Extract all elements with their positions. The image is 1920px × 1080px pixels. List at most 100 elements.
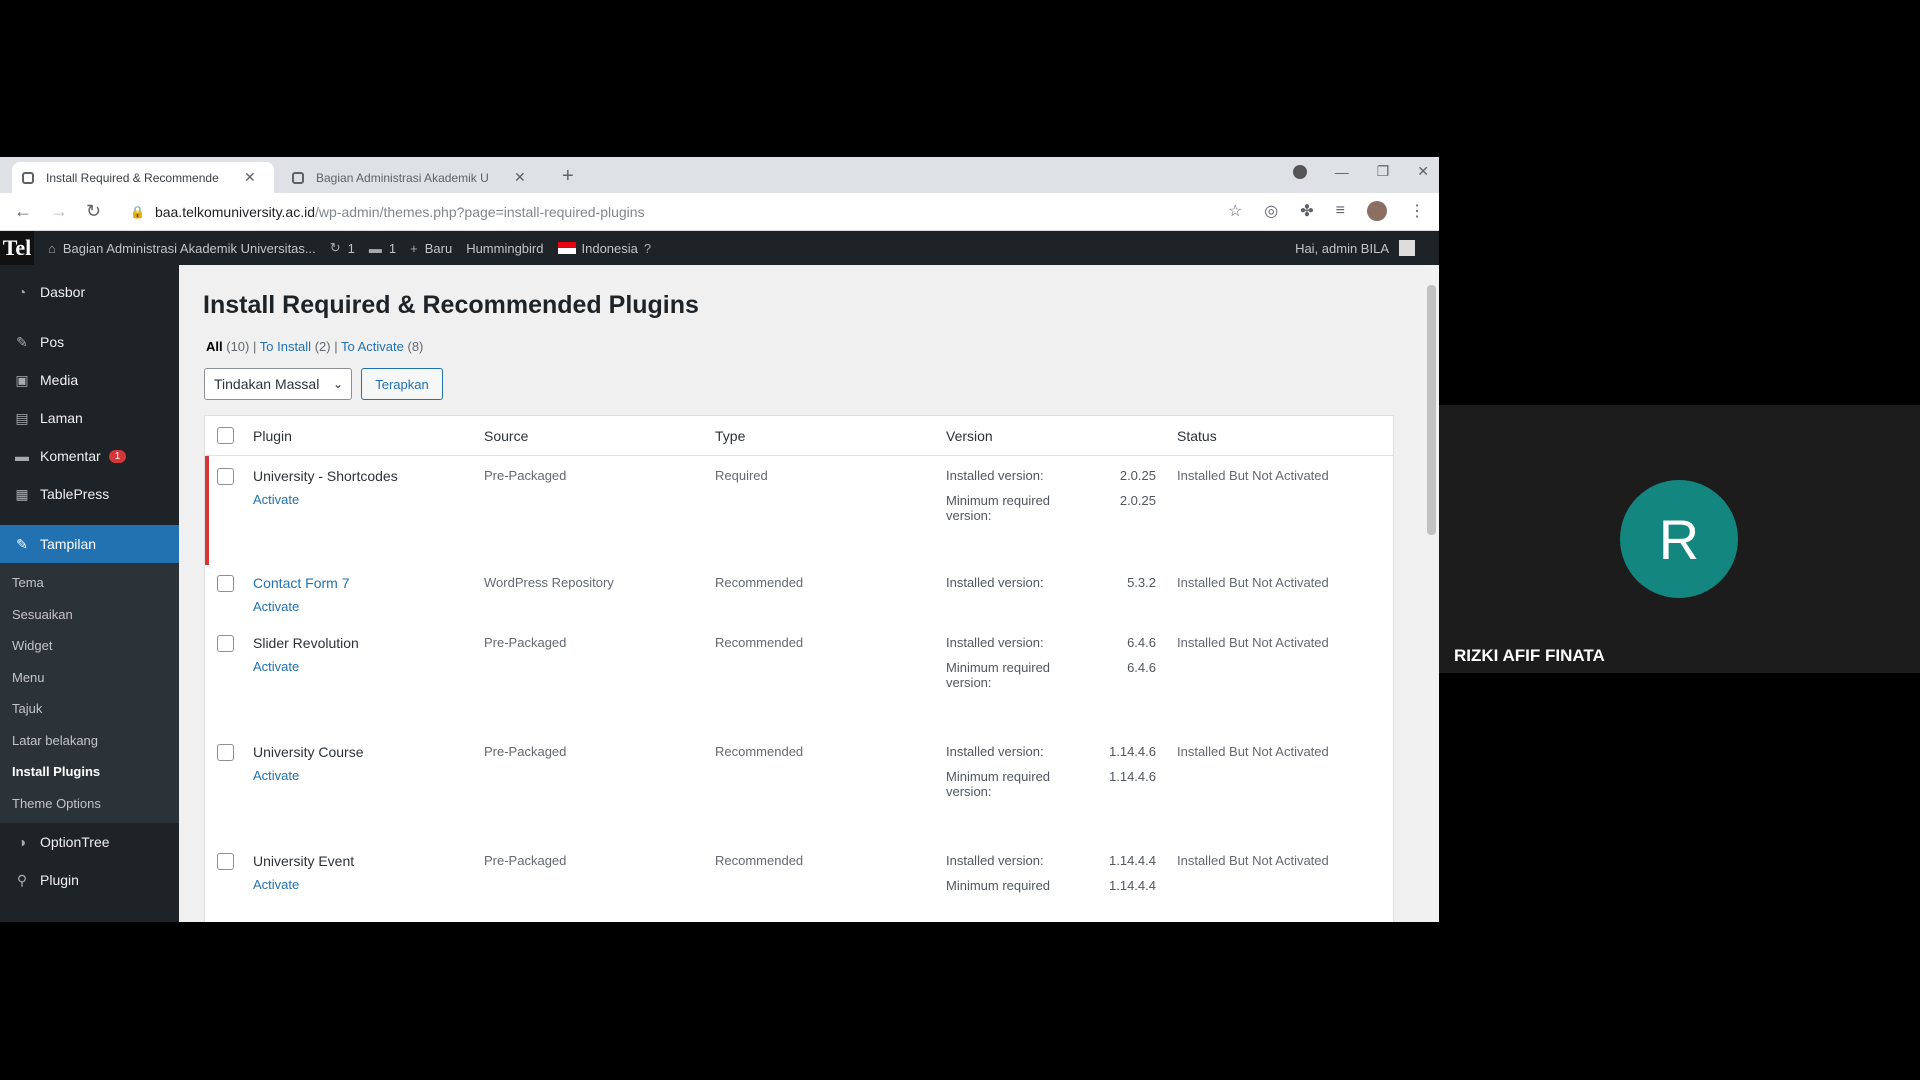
submenu-item-widget[interactable]: Widget xyxy=(0,630,179,662)
sidebar-item-plugin[interactable]: ⚲ Plugin xyxy=(0,861,179,899)
tab-close-icon[interactable]: ✕ xyxy=(514,169,526,186)
row-checkbox[interactable] xyxy=(217,468,234,485)
table-row: University Event Activate Pre-Packaged R… xyxy=(205,847,1393,922)
sidebar-item-label: Komentar xyxy=(40,448,101,464)
activate-link[interactable]: Activate xyxy=(253,877,484,892)
row-checkbox[interactable] xyxy=(217,853,234,870)
filter-to-activate[interactable]: To Activate xyxy=(341,339,404,354)
browser-tab-active[interactable]: Install Required & Recommende ✕ xyxy=(12,162,274,193)
forward-icon[interactable]: → xyxy=(50,201,68,222)
new-label: Baru xyxy=(424,240,453,256)
sidebar-item-pos[interactable]: ✎ Pos xyxy=(0,323,179,361)
new-tab-button[interactable]: + xyxy=(562,165,574,188)
row-checkbox[interactable] xyxy=(217,744,234,761)
tab-favicon-icon xyxy=(292,171,304,184)
plugin-status: Installed But Not Activated xyxy=(1177,635,1329,650)
submenu-item-theme-options[interactable]: Theme Options xyxy=(0,788,179,820)
site-name: Bagian Administrasi Akademik Universitas… xyxy=(62,240,316,256)
installed-version-label: Installed version: xyxy=(946,635,1044,650)
new-content-link[interactable]: + Baru xyxy=(410,241,452,256)
plugin-name-link[interactable]: Contact Form 7 xyxy=(253,575,484,591)
submenu-item-tajuk[interactable]: Tajuk xyxy=(0,693,179,725)
updates-link[interactable]: ↻ 1 xyxy=(330,240,355,256)
account-menu[interactable]: Hai, admin BILA xyxy=(1295,240,1415,256)
sidebar-item-label: Plugin xyxy=(40,872,79,888)
plugin-source: Pre-Packaged xyxy=(484,853,567,868)
address-bar[interactable]: 🔒 baa.telkomuniversity.ac.id /wp-admin/t… xyxy=(130,198,1180,226)
column-header-source: Source xyxy=(484,427,529,444)
home-icon: ⌂ xyxy=(48,240,56,256)
sidebar-item-tampilan[interactable]: ✎ Tampilan xyxy=(0,525,179,563)
submenu-item-install-plugins[interactable]: Install Plugins xyxy=(0,756,179,788)
submenu-item-latar-belakang[interactable]: Latar belakang xyxy=(0,725,179,757)
tab-favicon-icon xyxy=(22,171,34,184)
plugin-status: Installed But Not Activated xyxy=(1177,853,1329,868)
lock-icon: 🔒 xyxy=(130,205,145,219)
row-checkbox[interactable] xyxy=(217,635,234,652)
sidebar-item-dasbor[interactable]: ◔ Dasbor xyxy=(0,273,179,311)
participant-tile: R RIZKI AFIF FINATA xyxy=(1439,405,1920,673)
select-all-checkbox[interactable] xyxy=(217,427,234,444)
reading-list-icon[interactable]: ≡ xyxy=(1336,202,1345,220)
submenu-item-tema[interactable]: Tema xyxy=(0,567,179,599)
camera-icon[interactable]: ◎ xyxy=(1264,201,1278,221)
plugin-type: Recommended xyxy=(715,853,804,868)
participant-avatar: R xyxy=(1620,480,1738,598)
browser-tab[interactable]: Bagian Administrasi Akademik U ✕ xyxy=(282,162,544,193)
plugin-source: Pre-Packaged xyxy=(484,635,567,650)
tab-close-icon[interactable]: ✕ xyxy=(244,169,256,186)
filter-to-install[interactable]: To Install xyxy=(260,339,311,354)
filter-to-install-count: (2) xyxy=(314,339,331,354)
row-checkbox[interactable] xyxy=(217,575,234,592)
profile-avatar[interactable] xyxy=(1367,201,1387,221)
more-menu-icon[interactable]: ⋮ xyxy=(1409,201,1425,221)
language-switcher[interactable]: Indonesia ? xyxy=(557,241,659,256)
bulk-action-select[interactable]: Tindakan Massal ⌄ xyxy=(204,368,352,400)
page-scrollbar[interactable] xyxy=(1424,265,1439,922)
back-icon[interactable]: ← xyxy=(14,201,32,222)
close-window-icon[interactable]: ✕ xyxy=(1417,163,1429,180)
sidebar-item-media[interactable]: ▣ Media xyxy=(0,361,179,399)
activate-link[interactable]: Activate xyxy=(253,768,484,783)
installed-version: 5.3.2 xyxy=(1127,575,1156,590)
submenu-item-menu[interactable]: Menu xyxy=(0,662,179,694)
tab-label: Bagian Administrasi Akademik U xyxy=(316,170,489,185)
site-name-link[interactable]: ⌂ Bagian Administrasi Akademik Universit… xyxy=(48,241,316,256)
comments-link[interactable]: ▬ 1 xyxy=(369,241,396,256)
hummingbird-link[interactable]: Hummingbird xyxy=(466,241,543,256)
table-row: Slider Revolution Activate Pre-Packaged … xyxy=(205,629,1393,738)
activate-link[interactable]: Activate xyxy=(253,599,484,614)
restore-icon[interactable]: ❐ xyxy=(1377,163,1390,180)
media-icon: ▣ xyxy=(15,371,29,388)
sidebar-item-label: Media xyxy=(40,372,79,388)
plugin-source: Pre-Packaged xyxy=(484,468,567,483)
sidebar-item-komentar[interactable]: ▬ Komentar 1 xyxy=(0,437,179,475)
updates-icon: ↻ xyxy=(329,240,341,255)
plugin-table: Plugin Source Type Version Status Univer… xyxy=(204,415,1394,922)
star-icon[interactable]: ☆ xyxy=(1228,201,1242,221)
scrollbar-thumb[interactable] xyxy=(1427,285,1436,535)
sidebar-item-laman[interactable]: ▤ Laman xyxy=(0,399,179,437)
extension-icon[interactable]: ✤ xyxy=(1300,201,1313,221)
activate-link[interactable]: Activate xyxy=(253,492,484,507)
apply-button[interactable]: Terapkan xyxy=(361,368,443,400)
submenu-item-sesuaikan[interactable]: Sesuaikan xyxy=(0,599,179,631)
table-row: Contact Form 7 Activate WordPress Reposi… xyxy=(205,565,1393,629)
site-logo[interactable]: Tel xyxy=(0,231,34,265)
column-header-plugin[interactable]: Plugin xyxy=(253,428,484,444)
filter-all[interactable]: All xyxy=(206,339,223,354)
table-row: University - Shortcodes Activate Pre-Pac… xyxy=(205,456,1393,565)
toolbar-icons: ☆ ◎ ✤ ≡ ⋮ xyxy=(1228,201,1425,221)
page-title: Install Required & Recommended Plugins xyxy=(203,291,699,319)
reload-icon[interactable]: ↻ xyxy=(86,201,101,222)
page-icon: ▤ xyxy=(15,409,29,426)
record-indicator-icon xyxy=(1292,164,1307,179)
screen: Install Required & Recommende ✕ Bagian A… xyxy=(0,0,1920,1080)
comment-icon: ▬ xyxy=(368,240,382,256)
sidebar-item-optiontree[interactable]: ◑ OptionTree xyxy=(0,823,179,861)
activate-link[interactable]: Activate xyxy=(253,659,484,674)
sidebar-item-tablepress[interactable]: ▦ TablePress xyxy=(0,475,179,513)
account-avatar xyxy=(1399,240,1415,256)
minimize-icon[interactable]: — xyxy=(1335,164,1349,180)
dashboard-icon: ◔ xyxy=(17,284,27,300)
